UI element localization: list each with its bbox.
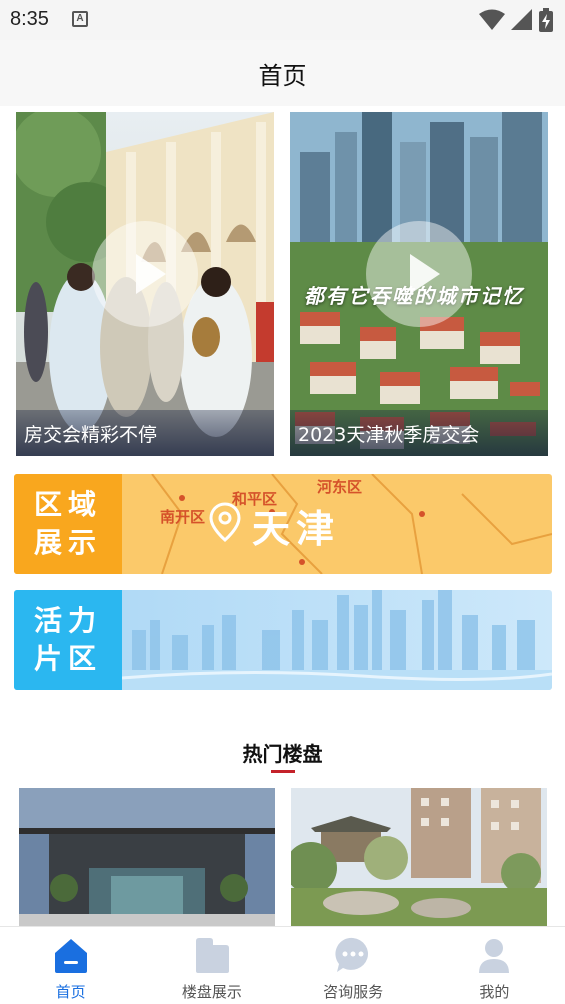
district-label-line2: 展示 (33, 526, 102, 559)
map-label-hedong: 河东区 (317, 478, 363, 496)
nav-item-profile[interactable]: 我的 (424, 927, 565, 1004)
vitality-zone-banner[interactable]: 活力 片区 (14, 590, 552, 690)
district-label-line1: 区域 (33, 488, 102, 521)
home-icon (54, 939, 87, 973)
property-card[interactable] (19, 788, 275, 926)
page-title: 首页 (258, 62, 307, 90)
district-showcase-banner[interactable]: 区域 展示 南开区 和平区 河东区 天津 (14, 474, 552, 574)
vitality-label-line1: 活力 (33, 604, 102, 637)
nav-label-properties: 楼盘展示 (181, 983, 242, 1001)
user-icon (479, 939, 510, 973)
title-bar: 首页 (0, 40, 565, 106)
nav-label-home: 首页 (55, 983, 86, 1001)
nav-item-consulting[interactable]: 咨询服务 (283, 927, 424, 1004)
property-card[interactable] (291, 788, 547, 926)
video-card-expo-highlights[interactable]: 房交会精彩不停 (16, 112, 274, 456)
vitality-label-line2: 片区 (33, 642, 102, 675)
home-content[interactable]: 房交会精彩不停 都有它吞噬的城市记忆 2023天津秋季房交会 区域 展示 南开区… (0, 106, 565, 926)
play-icon[interactable] (366, 221, 472, 327)
section-title-hot-properties: 热门楼盘 (242, 742, 323, 766)
district-banner-label: 区域 展示 (14, 474, 122, 574)
district-map: 南开区 和平区 河东区 天津 (122, 474, 552, 574)
property-image-entrance (19, 788, 275, 926)
nav-item-home[interactable]: 首页 (0, 927, 141, 1004)
text-a-icon: A (72, 11, 88, 27)
status-bar: 8:35 A (0, 0, 565, 40)
signal-icon (511, 9, 532, 30)
property-image-garden (291, 788, 547, 926)
status-icons (479, 8, 553, 32)
map-label-nankai: 南开区 (160, 508, 206, 526)
nav-label-profile: 我的 (479, 983, 510, 1001)
chat-icon (335, 937, 369, 972)
building-icon (195, 938, 229, 973)
play-icon[interactable] (92, 221, 198, 327)
vitality-banner-label: 活力 片区 (14, 590, 122, 690)
bottom-nav: 首页 楼盘展示 咨询服务 我的 (0, 926, 565, 1004)
nav-item-properties[interactable]: 楼盘展示 (141, 927, 282, 1004)
video-card-autumn-expo[interactable]: 都有它吞噬的城市记忆 2023天津秋季房交会 (290, 112, 548, 456)
map-city-name: 天津 (252, 507, 341, 551)
video-caption: 房交会精彩不停 (16, 410, 274, 456)
nav-label-consulting: 咨询服务 (323, 983, 384, 1001)
battery-charging-icon (539, 8, 553, 32)
video-caption: 2023天津秋季房交会 (290, 410, 548, 456)
section-underline (271, 770, 295, 773)
location-pin-icon (209, 502, 241, 542)
status-time: 8:35 (10, 8, 49, 30)
skyline-illustration (122, 590, 552, 690)
wifi-icon (479, 9, 505, 30)
